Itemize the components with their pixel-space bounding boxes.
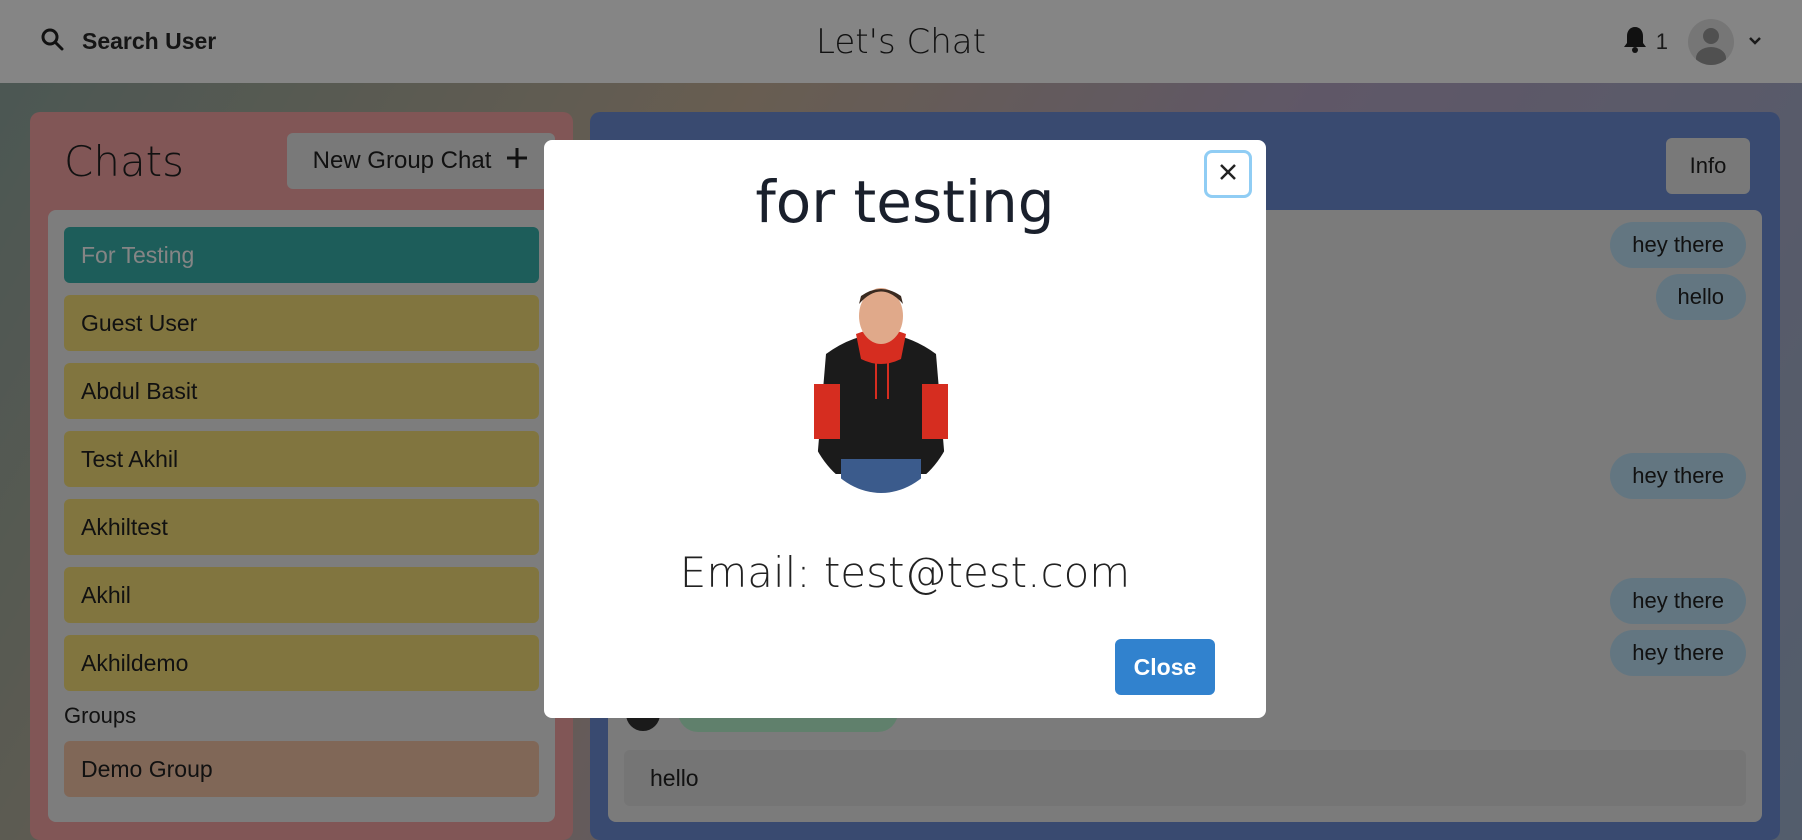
- modal-email: Email: test@test.com: [679, 548, 1131, 597]
- close-button[interactable]: Close: [1115, 639, 1215, 695]
- profile-modal: for testing Email: test@test.com Close: [544, 140, 1266, 718]
- modal-title: for testing: [755, 168, 1055, 236]
- profile-picture: [796, 274, 966, 496]
